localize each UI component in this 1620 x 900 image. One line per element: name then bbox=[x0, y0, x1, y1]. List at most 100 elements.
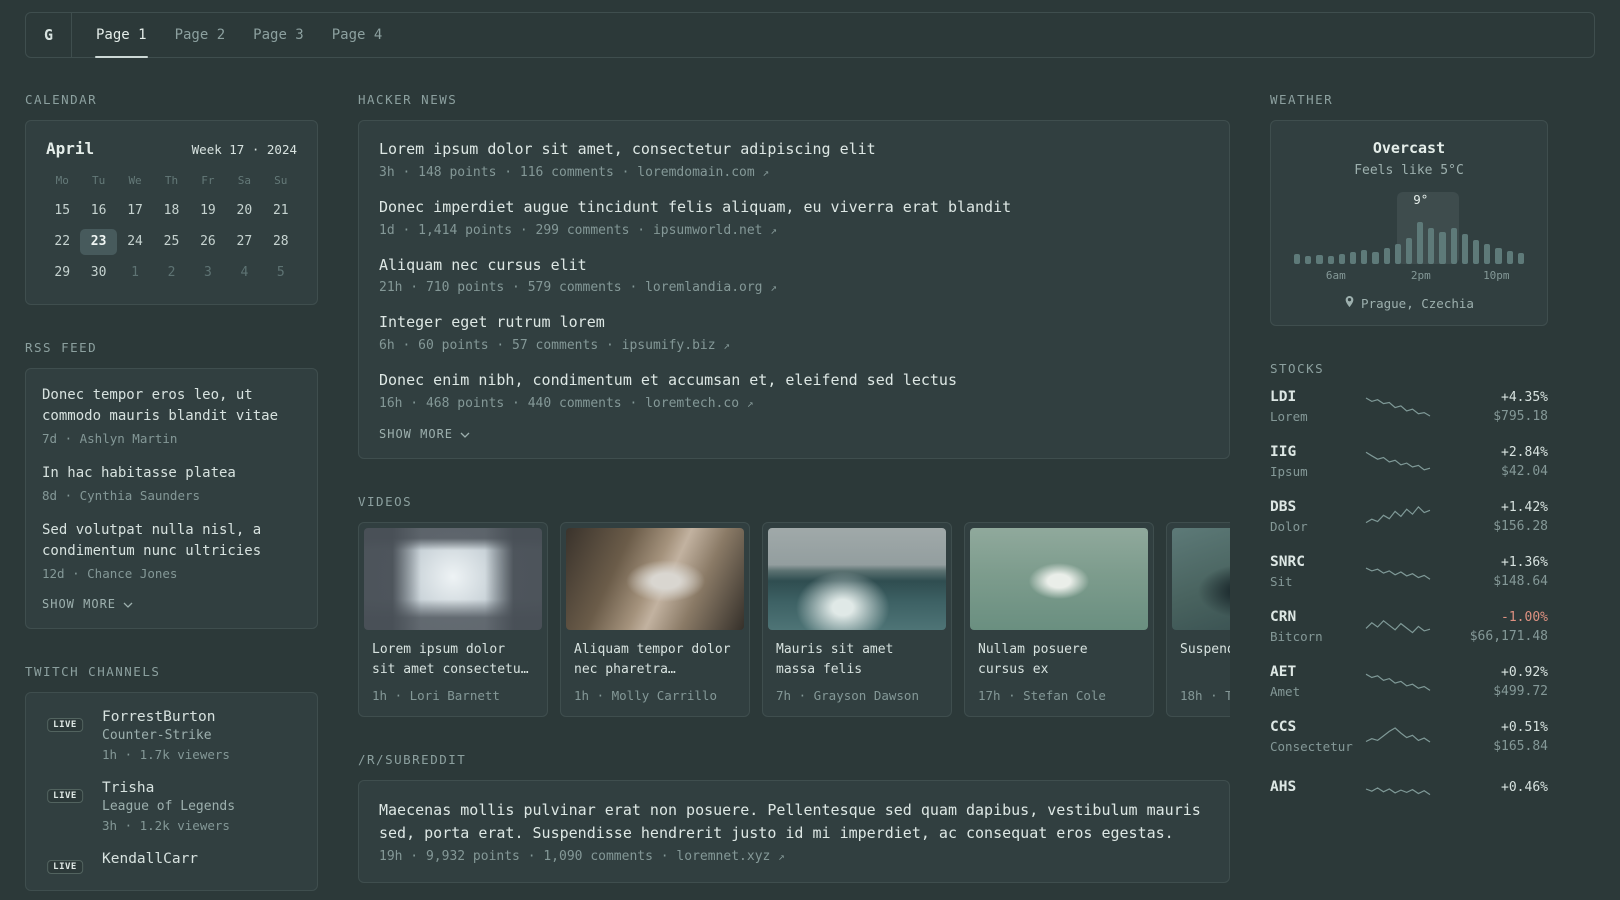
hackernews-item-domain-link[interactable]: ipsumworld.net ↗ bbox=[653, 223, 777, 238]
calendar-day: 22 bbox=[54, 234, 71, 249]
tab-page-1[interactable]: Page 1 bbox=[82, 13, 161, 58]
hackernews-item-meta: 6h · 60 points · 57 comments · ipsumify.… bbox=[379, 338, 1209, 353]
domain-label: loremtech.co bbox=[645, 395, 740, 411]
hackernews-item: Donec imperdiet augue tincidunt felis al… bbox=[379, 197, 1209, 238]
rss-item-title[interactable]: Donec tempor eros leo, ut commodo mauris… bbox=[42, 385, 301, 427]
twitch-channel-row[interactable]: LIVE ForrestBurton Counter-Strike 1h · 1… bbox=[42, 709, 301, 762]
stocks-widget: STOCKS LDI Lorem +4.35% $795.18 IIG Ipsu… bbox=[1270, 361, 1548, 804]
weather-location-label: Prague, Czechia bbox=[1361, 295, 1474, 311]
hackernews-item-title[interactable]: Donec imperdiet augue tincidunt felis al… bbox=[379, 197, 1209, 219]
stock-row[interactable]: DBS Dolor +1.42% $156.28 bbox=[1270, 499, 1548, 534]
middle-column: HACKER NEWS Lorem ipsum dolor sit amet, … bbox=[358, 92, 1230, 884]
hackernews-item-title[interactable]: Lorem ipsum dolor sit amet, consectetur … bbox=[379, 139, 1209, 161]
twitch-channel-game: League of Legends bbox=[102, 799, 236, 814]
hackernews-show-more-button[interactable]: SHOW MORE bbox=[379, 427, 470, 441]
twitch-channel-meta: 3h · 1.2k viewers bbox=[102, 818, 230, 833]
video-title: Mauris sit amet massa felis bbox=[776, 641, 894, 677]
domain-label: loremlandia.org bbox=[645, 280, 763, 296]
live-badge: LIVE bbox=[47, 860, 83, 874]
hackernews-item: Aliquam nec cursus elit 21h · 710 points… bbox=[379, 255, 1209, 296]
tab-page-3[interactable]: Page 3 bbox=[239, 13, 318, 57]
stock-row[interactable]: LDI Lorem +4.35% $795.18 bbox=[1270, 389, 1548, 424]
video-card[interactable]: Aliquam tempor dolor nec pharetra… 1h · … bbox=[560, 521, 750, 717]
video-title: Lorem ipsum dolor sit amet consectetu… bbox=[372, 641, 529, 677]
stock-row[interactable]: AHS +0.46% bbox=[1270, 774, 1548, 804]
hackernews-item-domain-link[interactable]: loremtech.co ↗ bbox=[645, 396, 753, 411]
tab-page-4[interactable]: Page 4 bbox=[318, 13, 397, 57]
weather-feels-like: Feels like 5°C bbox=[1354, 163, 1464, 178]
hackernews-item-domain-link[interactable]: loremdomain.com ↗ bbox=[637, 165, 769, 180]
stock-values: +2.84% $42.04 bbox=[1431, 445, 1548, 479]
subreddit-post-title[interactable]: Maecenas mollis pulvinar erat non posuer… bbox=[379, 799, 1209, 846]
hackernews-item-meta: 3h · 148 points · 116 comments · loremdo… bbox=[379, 165, 1209, 180]
tab-page-2[interactable]: Page 2 bbox=[161, 13, 240, 57]
stock-row[interactable]: CCS Consectetur +0.51% $165.84 bbox=[1270, 719, 1548, 754]
hackernews-widget: HACKER NEWS Lorem ipsum dolor sit amet, … bbox=[358, 92, 1230, 459]
left-column: CALENDAR April Week 17 · 2024 Mo Tu We T… bbox=[25, 92, 318, 891]
hackernews-card: Lorem ipsum dolor sit amet, consectetur … bbox=[358, 120, 1230, 459]
calendar-day: 21 bbox=[272, 203, 289, 218]
rss-item-title[interactable]: In hac habitasse platea bbox=[42, 463, 301, 484]
stock-row[interactable]: SNRC Sit +1.36% $148.64 bbox=[1270, 554, 1548, 589]
rss-item: In hac habitasse platea 8d · Cynthia Sau… bbox=[42, 463, 301, 503]
app-logo[interactable]: G bbox=[26, 13, 72, 57]
hackernews-item-domain-link[interactable]: loremlandia.org ↗ bbox=[645, 280, 777, 295]
subreddit-card: Maecenas mollis pulvinar erat non posuer… bbox=[358, 779, 1230, 884]
hackernews-item-domain-link[interactable]: ipsumify.biz ↗ bbox=[622, 338, 730, 353]
video-card[interactable]: Mauris sit amet massa felis 7h · Grayson… bbox=[762, 521, 952, 717]
twitch-title: TWITCH CHANNELS bbox=[25, 664, 161, 679]
subreddit-post: Maecenas mollis pulvinar erat non posuer… bbox=[379, 799, 1209, 865]
stock-change: +2.84% bbox=[1501, 444, 1548, 460]
stock-sparkline bbox=[1365, 726, 1431, 742]
location-pin-icon bbox=[1344, 295, 1355, 311]
stock-id: LDI Lorem bbox=[1270, 389, 1365, 424]
twitch-channel-row[interactable]: LIVE KendallCarr bbox=[42, 851, 301, 874]
video-meta: 7h · Grayson Dawson bbox=[776, 687, 919, 703]
stock-change: +1.42% bbox=[1501, 499, 1548, 515]
calendar-dow: We bbox=[128, 174, 142, 187]
stock-price: $42.04 bbox=[1501, 463, 1548, 479]
stock-row[interactable]: AET Amet +0.92% $499.72 bbox=[1270, 664, 1548, 699]
stock-row[interactable]: IIG Ipsum +2.84% $42.04 bbox=[1270, 444, 1548, 479]
stock-symbol: DBS bbox=[1270, 499, 1297, 515]
stock-name: Consectetur bbox=[1270, 739, 1353, 754]
rss-item-title[interactable]: Sed volutpat nulla nisl, a condimentum n… bbox=[42, 520, 301, 562]
stock-name: Amet bbox=[1270, 684, 1301, 699]
stock-values: +0.51% $165.84 bbox=[1431, 720, 1548, 754]
calendar-dow: Sa bbox=[237, 174, 251, 187]
calendar-day: 18 bbox=[163, 203, 180, 218]
stock-id: IIG Ipsum bbox=[1270, 444, 1365, 479]
video-card[interactable]: Suspendisse diam 18h · Tara bbox=[1166, 521, 1230, 717]
twitch-channel-game: Counter-Strike bbox=[102, 728, 212, 743]
video-card[interactable]: Nullam posuere cursus ex 17h · Stefan Co… bbox=[964, 521, 1154, 717]
video-thumbnail bbox=[566, 527, 744, 630]
hackernews-item-title[interactable]: Donec enim nibh, condimentum et accumsan… bbox=[379, 370, 1209, 392]
stock-symbol: SNRC bbox=[1270, 554, 1305, 570]
stock-change: +1.36% bbox=[1501, 554, 1548, 570]
calendar-day: 16 bbox=[90, 203, 107, 218]
stock-row[interactable]: CRN Bitcorn -1.00% $66,171.48 bbox=[1270, 609, 1548, 644]
hackernews-item-meta: 16h · 468 points · 440 comments · loremt… bbox=[379, 396, 1209, 411]
stock-price: $165.84 bbox=[1493, 738, 1548, 754]
right-column: WEATHER Overcast Feels like 5°C 9° 6am 2… bbox=[1270, 92, 1548, 824]
calendar-dow: Su bbox=[274, 174, 288, 187]
stock-change: +0.46% bbox=[1501, 779, 1548, 795]
stock-name: Lorem bbox=[1270, 409, 1308, 424]
video-meta: 1h · Molly Carrillo bbox=[574, 687, 717, 703]
domain-label: loremnet.xyz bbox=[676, 849, 771, 865]
videos-title: VIDEOS bbox=[358, 493, 413, 509]
stock-change: +0.92% bbox=[1501, 664, 1548, 680]
twitch-channel-row[interactable]: LIVE Trisha League of Legends 3h · 1.2k … bbox=[42, 780, 301, 833]
rss-show-more-button[interactable]: SHOW MORE bbox=[42, 597, 133, 611]
rss-widget: RSS FEED Donec tempor eros leo, ut commo… bbox=[25, 340, 318, 629]
rss-item: Donec tempor eros leo, ut commodo mauris… bbox=[42, 385, 301, 446]
stock-change: -1.00% bbox=[1501, 609, 1548, 625]
external-link-icon: ↗ bbox=[770, 223, 777, 237]
stock-symbol: IIG bbox=[1270, 444, 1297, 460]
calendar-day: 17 bbox=[127, 203, 143, 218]
subreddit-post-domain-link[interactable]: loremnet.xyz ↗ bbox=[676, 849, 784, 864]
hackernews-item-title[interactable]: Aliquam nec cursus elit bbox=[379, 255, 1209, 277]
hackernews-item-title[interactable]: Integer eget rutrum lorem bbox=[379, 312, 1209, 334]
video-card[interactable]: Lorem ipsum dolor sit amet consectetu… 1… bbox=[358, 521, 548, 717]
external-link-icon: ↗ bbox=[723, 339, 731, 352]
